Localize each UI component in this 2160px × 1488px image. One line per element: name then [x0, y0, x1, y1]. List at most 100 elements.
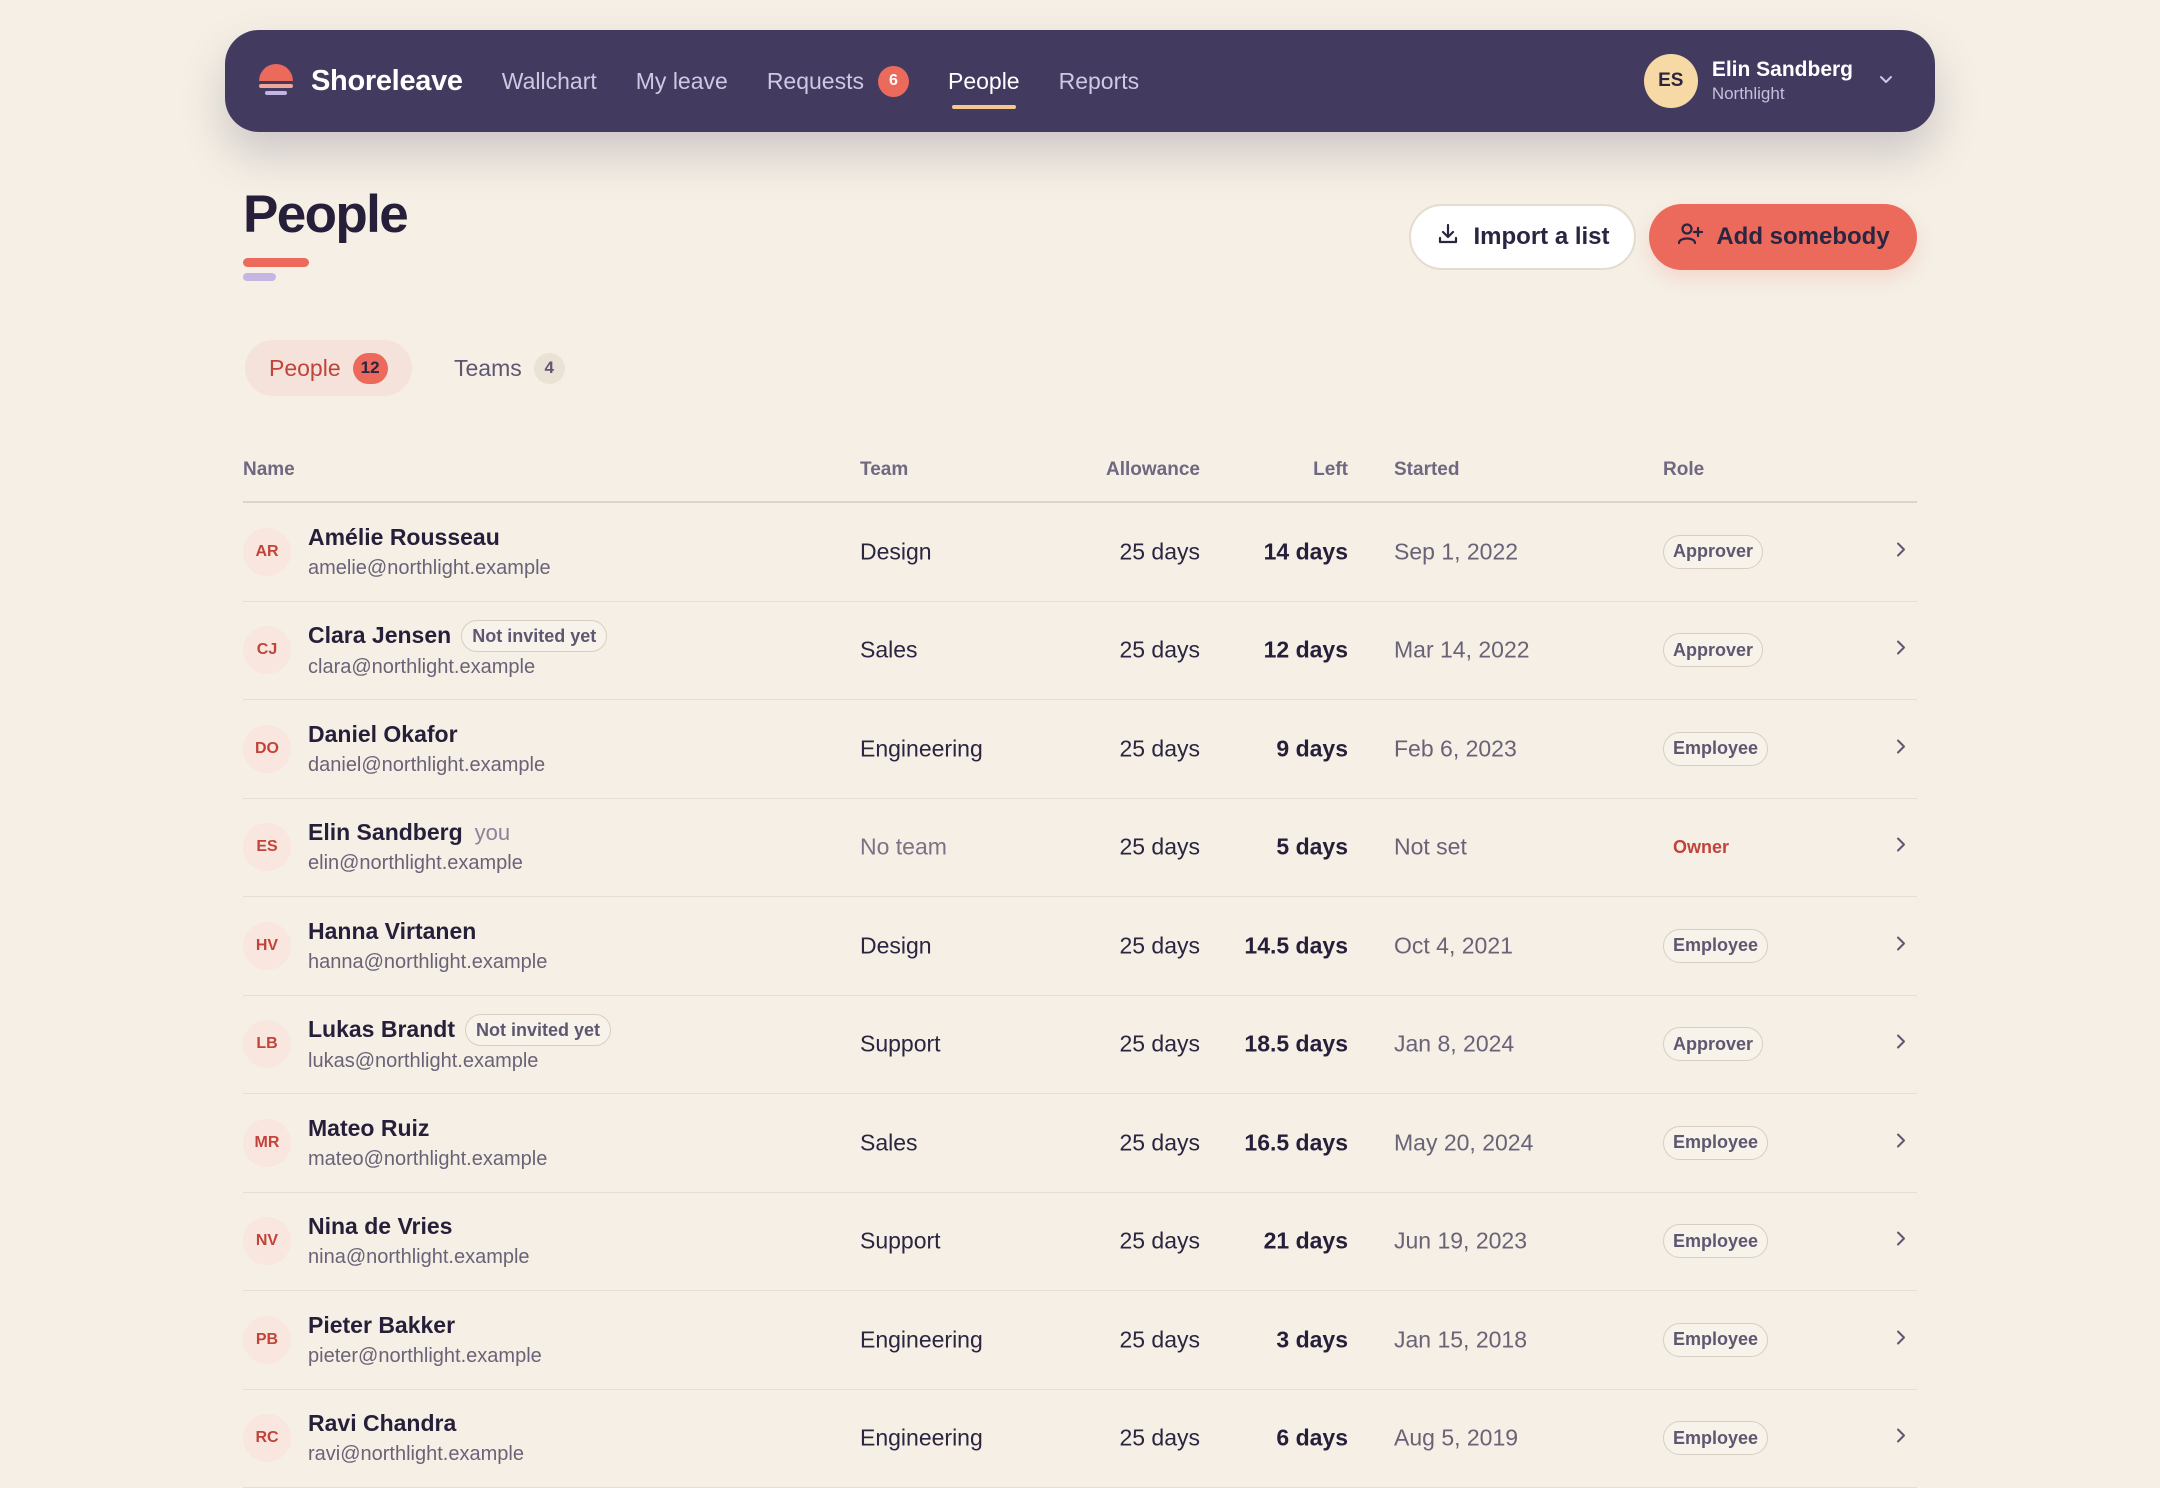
person-name-cell: Elin Sandberg you elin@northlight.exampl… [308, 818, 523, 876]
table-row[interactable]: RC Ravi Chandra ravi@northlight.example … [243, 1390, 1917, 1488]
person-email: hanna@northlight.example [308, 949, 547, 975]
person-allowance: 25 days [1119, 538, 1200, 565]
person-team: Design [860, 932, 932, 959]
chevron-right-icon[interactable] [1893, 933, 1909, 958]
column-header-team[interactable]: Team [860, 459, 908, 481]
person-avatar: HV [243, 922, 291, 970]
column-header-role[interactable]: Role [1663, 459, 1704, 481]
person-days-left: 16.5 days [1244, 1129, 1348, 1156]
person-allowance: 25 days [1119, 1228, 1200, 1255]
table-row[interactable]: ES Elin Sandberg you elin@northlight.exa… [243, 799, 1917, 898]
person-name-cell: Hanna Virtanen hanna@northlight.example [308, 917, 547, 975]
chevron-right-icon[interactable] [1893, 1327, 1909, 1352]
person-started: Jun 19, 2023 [1394, 1228, 1527, 1255]
person-name: Lukas Brandt [308, 1015, 455, 1045]
person-team: Support [860, 1031, 941, 1058]
chevron-right-icon[interactable] [1893, 1229, 1909, 1254]
tab-count-badge: 4 [534, 353, 565, 384]
nav-my-leave[interactable]: My leave [636, 68, 728, 95]
person-days-left: 6 days [1276, 1425, 1348, 1452]
person-days-left: 14 days [1264, 538, 1348, 565]
nav-label: Reports [1059, 68, 1140, 95]
import-list-button[interactable]: Import a list [1409, 204, 1636, 270]
nav-people[interactable]: People [948, 68, 1020, 95]
person-team: Sales [860, 637, 918, 664]
column-header-name[interactable]: Name [243, 459, 295, 481]
person-team: Sales [860, 1129, 918, 1156]
table-row[interactable]: DO Daniel Okafor daniel@northlight.examp… [243, 700, 1917, 799]
role-badge: Approver [1663, 1027, 1763, 1061]
top-navigation: Shoreleave Wallchart My leave Requests6 … [225, 30, 1935, 132]
person-name: Elin Sandberg [308, 818, 463, 848]
table-row[interactable]: AR Amélie Rousseau amelie@northlight.exa… [243, 503, 1917, 602]
chevron-right-icon[interactable] [1893, 638, 1909, 663]
person-team: Design [860, 538, 932, 565]
person-name-cell: Nina de Vries nina@northlight.example [308, 1212, 530, 1270]
add-somebody-button[interactable]: Add somebody [1649, 204, 1917, 270]
person-allowance: 25 days [1119, 637, 1200, 664]
person-name-line: Clara Jensen Not invited yet [308, 620, 607, 652]
add-somebody-label: Add somebody [1716, 223, 1889, 251]
user-name: Elin Sandberg [1712, 58, 1853, 82]
person-days-left: 18.5 days [1244, 1031, 1348, 1058]
column-header-left[interactable]: Left [1313, 459, 1348, 481]
table-row[interactable]: MR Mateo Ruiz mateo@northlight.example S… [243, 1094, 1917, 1193]
table-body: AR Amélie Rousseau amelie@northlight.exa… [243, 503, 1917, 1488]
nav-label: Requests [767, 68, 864, 95]
person-days-left: 9 days [1276, 735, 1348, 762]
chevron-right-icon[interactable] [1893, 1032, 1909, 1057]
title-accent-bar-secondary [243, 273, 276, 281]
nav-wallchart[interactable]: Wallchart [502, 68, 597, 95]
chevron-right-icon[interactable] [1893, 539, 1909, 564]
person-name-cell: Ravi Chandra ravi@northlight.example [308, 1409, 524, 1467]
user-menu[interactable]: ES Elin Sandberg Northlight [1644, 54, 1895, 108]
person-name: Mateo Ruiz [308, 1114, 429, 1144]
table-row[interactable]: HV Hanna Virtanen hanna@northlight.examp… [243, 897, 1917, 996]
person-avatar: RC [243, 1414, 291, 1462]
chevron-right-icon[interactable] [1893, 736, 1909, 761]
user-avatar: ES [1644, 54, 1698, 108]
chevron-right-icon[interactable] [1893, 835, 1909, 860]
person-started: Oct 4, 2021 [1394, 932, 1513, 959]
table-row[interactable]: NV Nina de Vries nina@northlight.example… [243, 1193, 1917, 1292]
column-header-started[interactable]: Started [1394, 459, 1459, 481]
chevron-right-icon[interactable] [1893, 1426, 1909, 1451]
person-name-line: Nina de Vries [308, 1212, 530, 1242]
person-name: Hanna Virtanen [308, 917, 476, 947]
person-email: nina@northlight.example [308, 1244, 530, 1270]
nav-reports[interactable]: Reports [1059, 68, 1140, 95]
chevron-right-icon[interactable] [1893, 1130, 1909, 1155]
table-row[interactable]: PB Pieter Bakker pieter@northlight.examp… [243, 1291, 1917, 1390]
person-name-cell: Amélie Rousseau amelie@northlight.exampl… [308, 523, 551, 581]
role-badge: Employee [1663, 929, 1768, 963]
person-name-line: Hanna Virtanen [308, 917, 547, 947]
person-name: Clara Jensen [308, 621, 451, 651]
add-user-icon [1676, 221, 1704, 254]
column-header-allowance[interactable]: Allowance [1106, 459, 1200, 481]
page-title: People [243, 184, 407, 245]
person-allowance: 25 days [1119, 834, 1200, 861]
person-name-cell: Lukas Brandt Not invited yet lukas@north… [308, 1014, 611, 1074]
table-row[interactable]: CJ Clara Jensen Not invited yet clara@no… [243, 602, 1917, 701]
nav-label: People [948, 68, 1020, 95]
brand[interactable]: Shoreleave [255, 58, 463, 105]
person-name-cell: Clara Jensen Not invited yet clara@north… [308, 620, 607, 680]
person-started: Jan 15, 2018 [1394, 1326, 1527, 1353]
person-days-left: 12 days [1264, 637, 1348, 664]
person-started: Not set [1394, 834, 1467, 861]
table-row[interactable]: LB Lukas Brandt Not invited yet lukas@no… [243, 996, 1917, 1095]
person-avatar: MR [243, 1119, 291, 1167]
person-email: pieter@northlight.example [308, 1343, 542, 1369]
person-allowance: 25 days [1119, 1425, 1200, 1452]
person-name-line: Daniel Okafor [308, 720, 545, 750]
person-email: amelie@northlight.example [308, 555, 551, 581]
person-name-line: Elin Sandberg you [308, 818, 523, 848]
nav-requests[interactable]: Requests6 [767, 66, 909, 97]
person-name-line: Lukas Brandt Not invited yet [308, 1014, 611, 1046]
person-name-line: Pieter Bakker [308, 1311, 542, 1341]
person-name-cell: Daniel Okafor daniel@northlight.example [308, 720, 545, 778]
tab-people[interactable]: People 12 [245, 340, 412, 396]
person-days-left: 21 days [1264, 1228, 1348, 1255]
tab-teams[interactable]: Teams 4 [430, 340, 589, 396]
download-icon [1435, 221, 1461, 254]
